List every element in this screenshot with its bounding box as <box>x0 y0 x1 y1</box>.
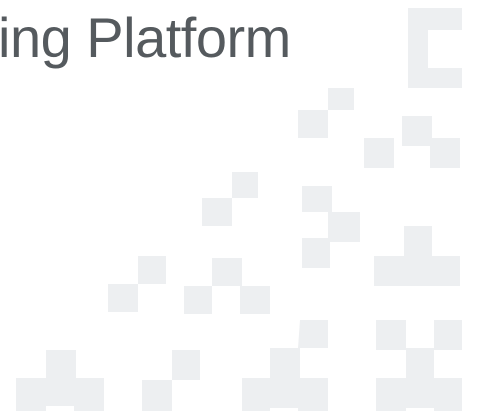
pattern-tile <box>242 320 328 411</box>
pattern-tile <box>408 8 462 46</box>
pattern-tile <box>376 320 462 411</box>
pattern-tile <box>402 116 460 168</box>
pattern-tile <box>108 256 166 312</box>
slide-title: ing Platform <box>0 6 291 69</box>
slide-canvas: ing Platform <box>0 0 481 411</box>
pattern-tile <box>142 350 200 411</box>
pattern-tile <box>298 88 354 138</box>
pattern-tile <box>184 258 270 314</box>
pattern-tile <box>364 138 394 168</box>
pattern-tile <box>408 46 462 88</box>
pattern-tile <box>202 172 258 226</box>
pattern-tile <box>16 350 104 411</box>
pattern-tile <box>302 186 360 268</box>
pattern-tile <box>374 226 460 286</box>
